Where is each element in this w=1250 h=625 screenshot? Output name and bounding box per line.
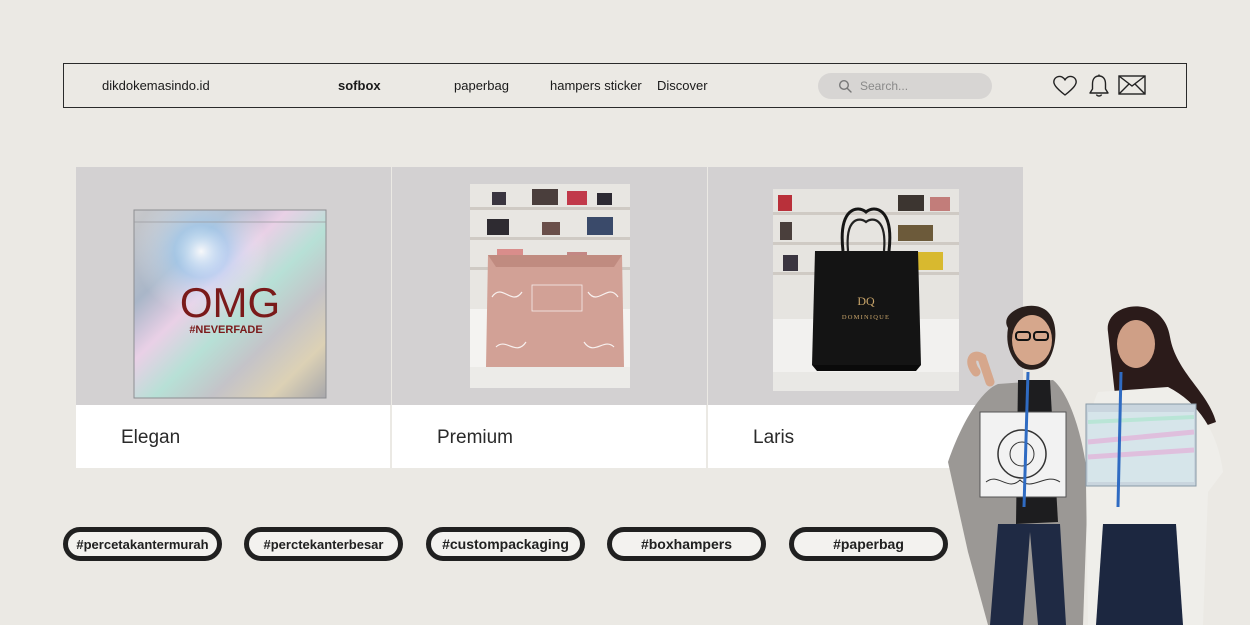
nav-link-paperbag[interactable]: paperbag [454,78,509,93]
hashtag-paperbag[interactable]: #paperbag [789,527,948,561]
search-bar[interactable] [818,73,992,99]
card-label: Elegan [121,427,181,448]
hashtag-perctekanterbesar[interactable]: #perctekanterbesar [244,527,403,561]
search-icon [838,79,852,93]
product-cards: OMG #NEVERFADE Elegan Premium DQ DOMINIQ… [76,167,1023,468]
bag-logo-text: DOMINIQUE [842,314,890,321]
staff-photo [938,292,1250,625]
search-input[interactable] [860,77,980,95]
holographic-box-image: OMG #NEVERFADE [76,167,391,405]
nav-link-discover[interactable]: Discover [657,78,708,93]
mail-icon[interactable] [1118,74,1146,96]
product-card-premium[interactable]: Premium [392,167,707,468]
brand-link[interactable]: dikdokemasindo.id [102,78,210,93]
pink-box-image [392,167,707,405]
hashtag-custompackaging[interactable]: #custompackaging [426,527,585,561]
bell-icon[interactable] [1088,74,1110,98]
card-label: Laris [753,427,795,448]
box-logo-text: OMG [180,279,280,326]
nav-link-hampers-sticker[interactable]: hampers sticker [550,78,642,93]
hashtag-boxhampers[interactable]: #boxhampers [607,527,766,561]
heart-icon[interactable] [1052,74,1078,98]
hashtag-percetakantermurah[interactable]: #percetakantermurah [63,527,222,561]
card-label: Premium [437,427,514,448]
nav-link-sofbox[interactable]: sofbox [338,78,381,93]
svg-text:DQ: DQ [857,294,875,308]
box-logo-subtext: #NEVERFADE [189,324,262,336]
top-navbar: dikdokemasindo.id sofbox paperbag hamper… [63,63,1187,108]
product-card-elegan[interactable]: OMG #NEVERFADE Elegan [76,167,391,468]
